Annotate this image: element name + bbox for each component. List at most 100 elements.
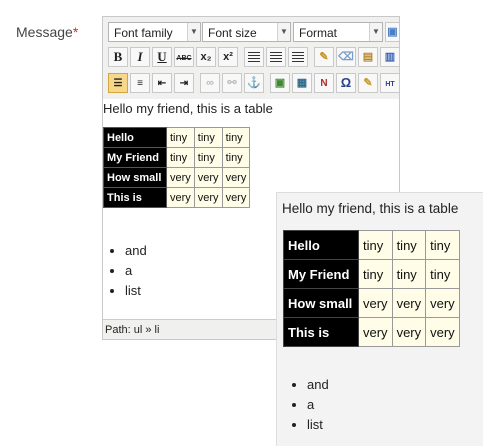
list-item: and [307,375,329,395]
table-row: How small very very very [283,288,460,318]
table-row: How small very very very [103,167,251,188]
editor-toolbar: Font family ▼ Font size ▼ Format ▼ ▣ B I… [103,17,399,99]
align-center-icon [270,52,282,62]
numbered-list-button[interactable]: ≡ [130,73,150,93]
paste-word-button[interactable]: ▥ [380,47,399,67]
underline-icon: U [157,49,167,64]
pencil-icon: ✎ [363,77,373,89]
eraser-button[interactable]: ⌫ [336,47,356,67]
image-icon: ▣ [274,77,286,89]
clean-format-button[interactable]: ✎ [314,47,334,67]
table-cell: very [166,187,195,208]
preview-table: Hello tiny tiny tiny My Friend tiny tiny… [283,230,460,347]
align-left-button[interactable] [244,47,264,67]
table-cell: very [221,167,251,188]
table-row: This is very very very [103,187,251,208]
message-label-text: Message [16,24,73,40]
unlink-button[interactable]: ⚯ [222,73,242,93]
table-cell: tiny [358,259,393,289]
chevron-down-icon: ▼ [369,23,382,41]
font-size-select[interactable]: Font size ▼ [202,22,291,42]
table-cell: very [425,288,460,318]
font-size-value: Font size [208,26,257,40]
table-cell: How small [283,288,359,318]
brush-icon: ✎ [319,51,329,63]
overflow-button[interactable]: ▣ [385,22,399,42]
table-cell: very [193,187,223,208]
bold-icon: B [113,49,123,64]
anchor-icon: ⚓ [247,77,261,89]
table-cell: very [358,288,393,318]
omega-icon: Ω [340,75,352,90]
table-cell: tiny [193,147,223,168]
table-cell: very [166,167,195,188]
table-cell: My Friend [283,259,359,289]
table-cell: tiny [391,259,427,289]
font-family-select[interactable]: Font family ▼ [108,22,201,42]
table-cell: Hello [103,127,167,148]
font-family-value: Font family [114,26,173,40]
html-button[interactable]: HT [380,73,399,93]
unlink-icon: ⚯ [227,77,237,89]
editor-intro-text: Hello my friend, this is a table [103,101,273,116]
image-button[interactable]: ▣ [270,73,290,93]
indent-button[interactable]: ⇥ [174,73,194,93]
bold-button[interactable]: B [108,47,128,67]
list-item: a [125,261,147,281]
preview-panel: Hello my friend, this is a table Hello t… [276,192,483,446]
no-link-icon: N [320,78,328,89]
chevron-down-icon: ▼ [277,23,290,41]
superscript-button[interactable]: x² [218,47,238,67]
table-row: Hello tiny tiny tiny [283,230,460,260]
strikethrough-icon: ABC [176,55,192,62]
clipboard-icon: ▤ [362,51,374,63]
align-center-button[interactable] [266,47,286,67]
message-label: Message* [16,24,78,40]
strikethrough-button[interactable]: ABC [174,47,194,67]
anchor-button[interactable]: ⚓ [244,73,264,93]
bullet-list-button[interactable]: ☰ [108,73,128,93]
table-cell: tiny [166,127,195,148]
preview-intro-text: Hello my friend, this is a table [282,201,459,216]
link-icon: ∞ [206,77,214,89]
table-cell: very [391,317,427,347]
list-item: and [125,241,147,261]
subscript-button[interactable]: x₂ [196,47,216,67]
underline-button[interactable]: U [152,47,172,67]
media-button[interactable]: ▦ [292,73,312,93]
html-icon: HT [385,81,395,88]
document-icon: ▥ [384,51,396,63]
eraser-icon: ⌫ [338,51,354,63]
table-cell: very [193,167,223,188]
table-cell: tiny [221,127,251,148]
bullet-list-icon: ☰ [113,78,123,89]
edit-button[interactable]: ✎ [358,73,378,93]
subscript-icon: x₂ [200,51,212,63]
table-cell: very [391,288,427,318]
table-cell: very [358,317,393,347]
table-cell: tiny [221,147,251,168]
table-row: My Friend tiny tiny tiny [103,147,251,168]
special-char-button[interactable]: Ω [336,73,356,93]
table-row: Hello tiny tiny tiny [103,127,251,148]
table-cell: tiny [358,230,393,260]
italic-icon: I [137,49,143,64]
numbered-list-icon: ≡ [137,78,143,89]
superscript-icon: x² [223,51,233,63]
table-cell: This is [283,317,359,347]
align-right-icon [292,52,304,62]
format-value: Format [299,26,338,40]
align-right-button[interactable] [288,47,308,67]
table-row: This is very very very [283,317,460,347]
nolink-button[interactable]: N [314,73,334,93]
italic-button[interactable]: I [130,47,150,67]
table-cell: How small [103,167,167,188]
format-select[interactable]: Format ▼ [293,22,383,42]
indent-icon: ⇥ [179,78,189,89]
overflow-icon: ▣ [387,26,398,38]
link-button[interactable]: ∞ [200,73,220,93]
preview-list: and a list [283,375,329,435]
outdent-button[interactable]: ⇤ [152,73,172,93]
list-item: list [307,415,329,435]
paste-button[interactable]: ▤ [358,47,378,67]
